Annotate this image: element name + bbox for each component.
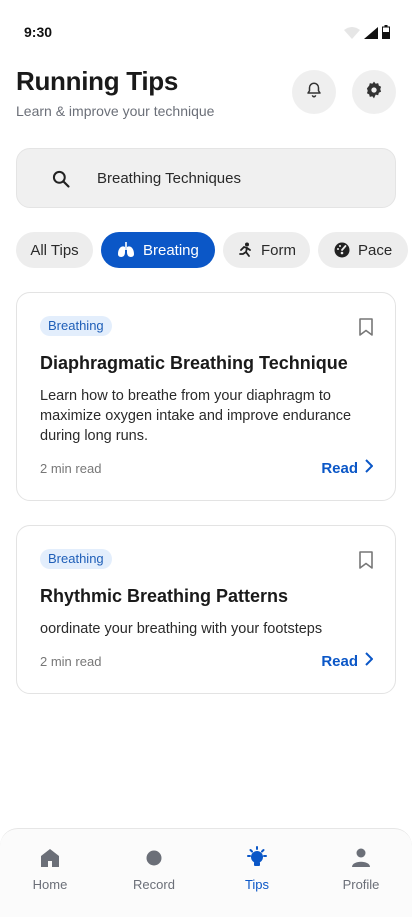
bookmark-icon[interactable] <box>359 551 373 574</box>
nav-record[interactable]: Record <box>104 845 204 892</box>
wifi-icon <box>344 26 360 44</box>
signal-icon <box>364 26 378 44</box>
profile-icon <box>351 845 371 871</box>
bell-icon <box>305 81 323 104</box>
chevron-right-icon <box>358 652 374 670</box>
settings-button[interactable] <box>352 70 396 114</box>
bookmark-icon[interactable] <box>359 318 373 341</box>
gear-icon <box>364 80 384 105</box>
chip-all-tips[interactable]: All Tips <box>16 232 93 268</box>
nav-tips[interactable]: Tips <box>207 845 307 892</box>
chip-label: Breating <box>143 241 199 259</box>
read-label: Read <box>321 459 358 477</box>
page-title: Running Tips <box>16 66 179 96</box>
chip-pace[interactable]: Pace <box>318 232 408 268</box>
nav-label: Profile <box>342 877 380 892</box>
read-time: 2 min read <box>40 654 102 669</box>
nav-label: Record <box>133 877 175 892</box>
bottom-nav: Home Record Tips Profile <box>0 828 412 917</box>
nav-profile[interactable]: Profile <box>311 845 411 892</box>
status-bar: 9:30 <box>0 0 412 56</box>
lightbulb-icon <box>245 845 269 871</box>
card-title: Rhythmic Breathing Patterns <box>40 586 289 606</box>
gauge-icon <box>334 242 350 258</box>
lungs-icon <box>117 242 135 258</box>
chip-label: Form <box>261 241 296 259</box>
read-button[interactable]: Read <box>321 459 374 477</box>
chevron-right-icon <box>358 459 374 477</box>
nav-label: Home <box>32 877 68 892</box>
card-description: oordinate your breathing with your foots… <box>40 621 323 637</box>
status-icons <box>344 25 390 44</box>
search-input[interactable]: Breathing Techniques <box>97 170 241 187</box>
chip-breathing[interactable]: Breating <box>101 232 215 268</box>
status-time: 9:30 <box>24 24 53 40</box>
nav-home[interactable]: Home <box>0 845 100 892</box>
card-description: Learn how to breathe from your diaphragm… <box>40 388 352 444</box>
category-tag: Breathing <box>40 316 112 336</box>
search-icon <box>51 169 71 194</box>
home-icon <box>40 845 60 871</box>
search-field[interactable]: Breathing Techniques <box>16 148 396 208</box>
runner-icon <box>237 242 253 258</box>
filter-chips: All Tips Breating Form Pace <box>16 232 412 268</box>
read-time: 2 min read <box>40 461 102 476</box>
chip-form[interactable]: Form <box>223 232 310 268</box>
tip-card[interactable]: Breathing Rhythmic Breathing Patterns oo… <box>16 525 396 694</box>
read-button[interactable]: Read <box>321 652 374 670</box>
card-title: Diaphragmatic Breathing Technique <box>40 353 348 373</box>
notifications-button[interactable] <box>292 70 336 114</box>
read-label: Read <box>321 652 358 670</box>
nav-label: Tips <box>244 877 270 892</box>
category-tag: Breathing <box>40 549 112 569</box>
record-icon <box>146 845 162 871</box>
header: Running Tips Learn & improve your techni… <box>16 66 396 126</box>
page-subtitle: Learn & improve your technique <box>16 103 215 119</box>
tip-card[interactable]: Breathing Diaphragmatic Breathing Techni… <box>16 292 396 501</box>
chip-label: Pace <box>358 241 393 259</box>
chip-label: All Tips <box>30 241 79 259</box>
battery-icon <box>382 25 390 44</box>
